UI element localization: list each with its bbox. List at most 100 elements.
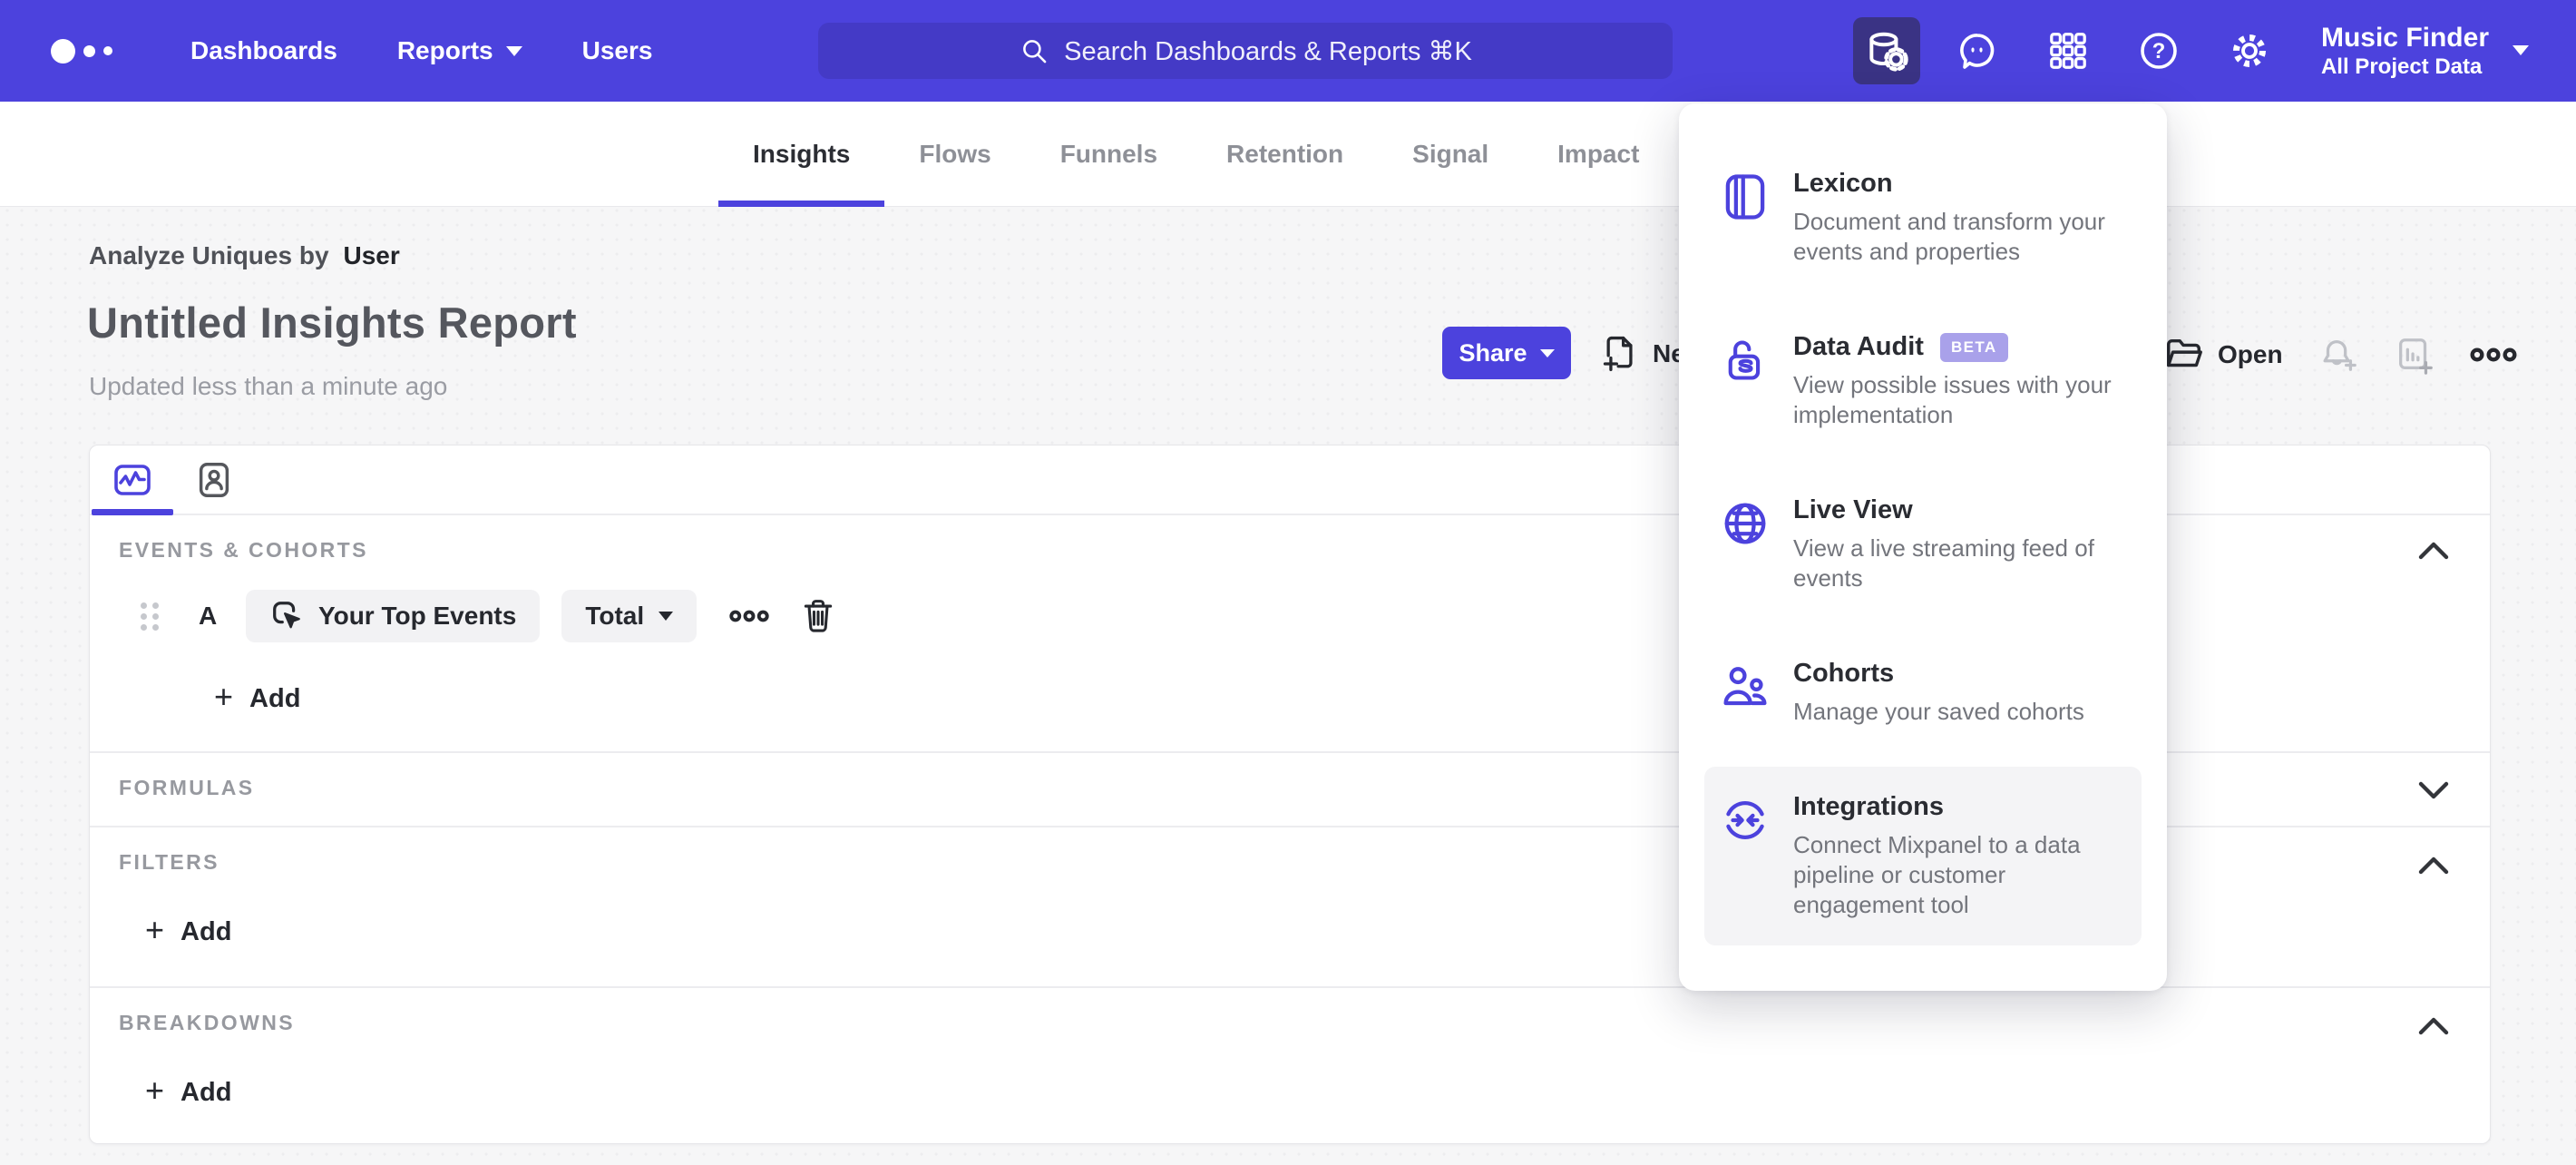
tab-events-query[interactable]: [92, 445, 173, 515]
menu-item-cohorts[interactable]: Cohorts Manage your saved cohorts: [1679, 633, 2167, 752]
chevron-up-icon: [2418, 542, 2449, 560]
page-title[interactable]: Untitled Insights Report: [87, 298, 577, 348]
more-actions-button[interactable]: [2470, 341, 2517, 368]
event-more-button[interactable]: [729, 604, 769, 628]
add-label: Add: [181, 916, 232, 946]
bell-plus-icon: [2323, 339, 2356, 371]
nav-item-label: Users: [581, 36, 653, 64]
tab-funnels[interactable]: Funnels: [1026, 102, 1192, 207]
menu-item-description: View a live streaming feed of events: [1793, 534, 2094, 592]
add-label: Add: [249, 683, 301, 713]
data-management-icon: [1869, 32, 1908, 72]
series-letter: A: [199, 602, 218, 630]
plus-icon: +: [145, 1072, 165, 1109]
feedback-button[interactable]: [1944, 17, 2011, 84]
search-input[interactable]: Search Dashboards & Reports ⌘K: [818, 23, 1673, 79]
apps-button[interactable]: [2034, 17, 2102, 84]
aggregation-selector[interactable]: Total: [561, 590, 698, 642]
section-breakdowns: BREAKDOWNS + Add: [90, 988, 2490, 1145]
live-view-globe-icon: [1721, 495, 1770, 593]
search-icon: [1023, 40, 1047, 64]
plus-icon: +: [145, 911, 165, 948]
chevron-up-icon: [2418, 857, 2449, 875]
new-document-icon: [1603, 336, 1633, 372]
share-button[interactable]: Share: [1442, 327, 1571, 379]
chevron-down-icon: [659, 612, 674, 621]
menu-item-description: View possible issues with your implement…: [1793, 371, 2112, 428]
add-event-button[interactable]: + Add: [214, 680, 301, 715]
tab-profiles-query[interactable]: [173, 445, 255, 514]
tab-flows[interactable]: Flows: [884, 102, 1025, 207]
tab-retention[interactable]: Retention: [1192, 102, 1378, 207]
top-nav: Dashboards Reports Users Search Dashboar…: [0, 0, 2576, 102]
expand-formulas-button[interactable]: [2414, 775, 2454, 806]
collapse-breakdowns-button[interactable]: [2414, 1011, 2454, 1042]
primary-nav: Dashboards Reports Users: [190, 36, 652, 65]
menu-item-title: Cohorts: [1793, 659, 1895, 688]
report-tabs: Insights Flows Funnels Retention Signal …: [718, 102, 1673, 207]
share-label: Share: [1459, 338, 1527, 367]
mixpanel-logo-icon[interactable]: [51, 38, 151, 64]
analyze-row: Analyze Uniques by User: [89, 241, 400, 270]
menu-item-integrations[interactable]: Integrations Connect Mixpanel to a data …: [1704, 767, 2142, 945]
event-selector[interactable]: Your Top Events: [246, 590, 541, 642]
settings-gear-icon: [2232, 34, 2266, 67]
project-scope: All Project Data: [2320, 54, 2483, 80]
analyze-by-selector[interactable]: User: [344, 241, 400, 270]
settings-button[interactable]: [2216, 17, 2283, 84]
menu-item-live-view[interactable]: Live View View a live streaming feed of …: [1679, 470, 2167, 619]
drag-handle[interactable]: [141, 602, 159, 631]
open-report-button[interactable]: Open: [2163, 334, 2283, 376]
tab-label: Impact: [1557, 140, 1640, 168]
tab-label: Funnels: [1059, 140, 1158, 168]
tab-label: Insights: [753, 140, 851, 168]
tab-label: Retention: [1226, 140, 1344, 168]
menu-item-title: Live View: [1793, 495, 1913, 524]
nav-item-dashboards[interactable]: Dashboards: [190, 36, 337, 65]
collapse-events-button[interactable]: [2414, 535, 2454, 566]
svg-text:?: ?: [2152, 39, 2166, 64]
open-folder-icon: [2167, 338, 2202, 367]
tab-label: Flows: [919, 140, 991, 168]
menu-item-description: Connect Mixpanel to a data pipeline or c…: [1793, 831, 2081, 918]
updated-timestamp: Updated less than a minute ago: [89, 372, 448, 400]
data-audit-lock-icon: [1721, 332, 1770, 430]
menu-item-title: Integrations: [1793, 792, 1944, 821]
menu-item-title: Lexicon: [1793, 169, 1893, 198]
tab-impact[interactable]: Impact: [1523, 102, 1673, 207]
tab-signal[interactable]: Signal: [1378, 102, 1523, 207]
feedback-chat-icon: [1960, 34, 1995, 69]
cohorts-people-icon: [1721, 659, 1770, 727]
chevron-down-icon: [1539, 348, 1555, 357]
menu-item-title: Data Audit: [1793, 332, 1924, 361]
chevron-down-icon: [2418, 781, 2449, 799]
project-switcher[interactable]: Music Finder All Project Data: [2321, 21, 2529, 81]
nav-item-users[interactable]: Users: [582, 36, 653, 65]
project-name: Music Finder: [2320, 22, 2489, 53]
menu-item-lexicon[interactable]: Lexicon Document and transform your even…: [1679, 143, 2167, 292]
create-alert-button[interactable]: [2317, 334, 2359, 376]
event-name: Your Top Events: [318, 602, 517, 630]
collapse-filters-button[interactable]: [2414, 850, 2454, 881]
event-cursor-icon: [273, 602, 300, 629]
nav-item-reports[interactable]: Reports: [397, 36, 522, 65]
data-management-button[interactable]: [1852, 17, 1920, 84]
add-filter-button[interactable]: + Add: [145, 911, 232, 948]
menu-item-description: Manage your saved cohorts: [1793, 698, 2084, 725]
menu-item-description: Document and transform your events and p…: [1793, 208, 2105, 265]
report-toolbar: Open: [2163, 334, 2517, 376]
help-button[interactable]: ?: [2125, 17, 2192, 84]
page-background: Dashboards Reports Users Search Dashboar…: [0, 0, 2576, 1165]
menu-item-data-audit[interactable]: Data Audit BETA View possible issues wit…: [1679, 307, 2167, 455]
apps-grid-icon: [2050, 33, 2086, 69]
tab-insights[interactable]: Insights: [718, 102, 885, 207]
add-label: Add: [181, 1077, 232, 1107]
section-label: BREAKDOWNS: [119, 1011, 295, 1034]
add-to-dashboard-button[interactable]: [2394, 334, 2435, 376]
data-management-dropdown: Lexicon Document and transform your even…: [1679, 103, 2167, 991]
beta-badge: BETA: [1939, 332, 2008, 362]
add-breakdown-button[interactable]: + Add: [145, 1072, 232, 1109]
chevron-down-icon: [2513, 45, 2529, 56]
nav-right-cluster: ? Music Finder All Project Data: [1852, 0, 2529, 102]
delete-event-button[interactable]: [800, 597, 836, 635]
